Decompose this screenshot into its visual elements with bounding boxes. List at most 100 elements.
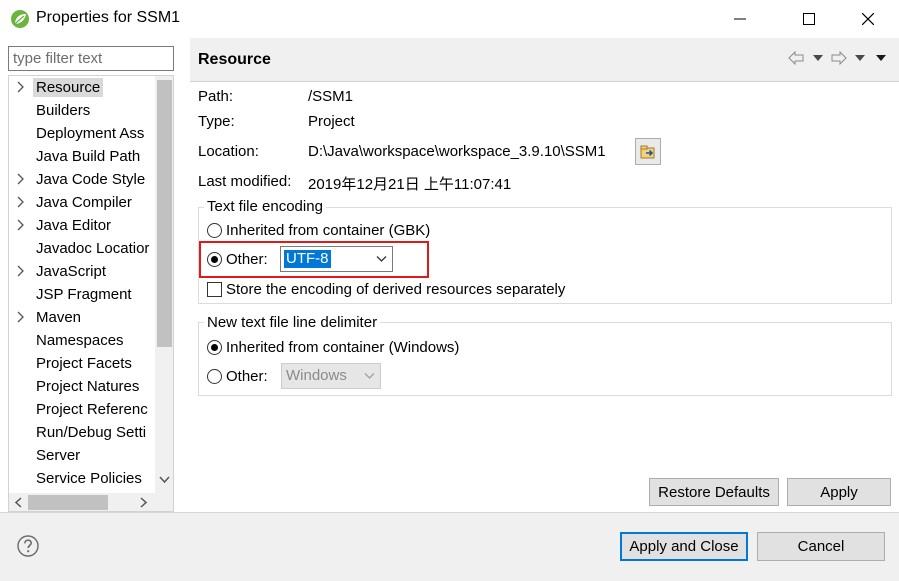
tree-item[interactable]: JavaScript	[9, 260, 155, 283]
tree-item-label: Java Compiler	[36, 194, 132, 211]
chevron-right-icon[interactable]	[15, 195, 27, 209]
tree-item-label: Namespaces	[36, 332, 124, 349]
title-bar: Properties for SSM1	[0, 0, 899, 38]
path-value: /SSM1	[308, 88, 354, 105]
tree-item[interactable]: Server	[9, 444, 155, 467]
delimiter-inherited-label: Inherited from container (Windows)	[226, 339, 460, 356]
line-delimiter-title: New text file line delimiter	[204, 314, 381, 331]
tree-item[interactable]: Java Compiler	[9, 191, 155, 214]
delimiter-select[interactable]: Windows	[281, 363, 381, 389]
location-value: D:\Java\workspace\workspace_3.9.10\SSM1	[308, 143, 606, 160]
tree-item-label: Deployment Ass	[36, 125, 145, 142]
maximize-icon	[803, 13, 815, 25]
cancel-button[interactable]: Cancel	[757, 532, 885, 561]
tree-item[interactable]: Service Policies	[9, 467, 155, 490]
tree-item[interactable]: Java Build Path	[9, 145, 155, 168]
scroll-thumb[interactable]	[28, 495, 108, 510]
forward-dropdown[interactable]	[855, 48, 865, 68]
tree-horizontal-scrollbar[interactable]	[9, 493, 155, 511]
encoding-inherited-radio[interactable]	[207, 223, 222, 238]
header-divider	[190, 81, 899, 82]
spring-leaf-icon	[11, 10, 29, 28]
chevron-right-icon[interactable]	[15, 80, 27, 94]
tree-item-label: Run/Debug Setti	[36, 424, 147, 441]
filter-input[interactable]	[8, 46, 174, 71]
last-modified-label: Last modified:	[198, 173, 292, 190]
tree-item-label: Project Facets	[36, 355, 132, 372]
tree-item[interactable]: Project Referenc	[9, 398, 155, 421]
chevron-right-icon[interactable]	[15, 172, 27, 186]
caret-down-icon	[855, 55, 865, 61]
tree-item-label: Maven	[36, 309, 82, 326]
forward-button[interactable]	[831, 48, 847, 68]
tree-item-label: Resource	[33, 78, 104, 97]
delimiter-select-value: Windows	[286, 367, 347, 384]
open-folder-icon	[640, 145, 655, 158]
help-icon[interactable]	[17, 535, 39, 557]
apply-and-close-button[interactable]: Apply and Close	[620, 532, 748, 561]
encoding-inherited-label: Inherited from container (GBK)	[226, 222, 431, 239]
tree-item-label: Java Build Path	[36, 148, 141, 165]
scroll-down-icon[interactable]	[158, 473, 171, 487]
tree-item[interactable]: Namespaces	[9, 329, 155, 352]
properties-page: Resource Path: /SSM1 Type: Project Locat…	[190, 38, 899, 512]
close-button[interactable]	[845, 0, 891, 38]
restore-defaults-button[interactable]: Restore Defaults	[649, 478, 779, 506]
tree-item[interactable]: Builders	[9, 99, 155, 122]
window-title: Properties for SSM1	[36, 9, 181, 26]
text-file-encoding-title: Text file encoding	[204, 198, 326, 215]
tree-item[interactable]: JSP Fragment	[9, 283, 155, 306]
minimize-button[interactable]	[717, 0, 763, 38]
tree-item[interactable]: Javadoc Locatior	[9, 237, 155, 260]
arrow-left-icon	[788, 51, 804, 65]
property-tree: Resource Builders Deployment Ass Java Build…	[8, 75, 174, 512]
path-label: Path:	[198, 88, 234, 105]
chevron-right-icon[interactable]	[15, 264, 27, 278]
tree-item[interactable]: Run/Debug Setti	[9, 421, 155, 444]
chevron-right-icon[interactable]	[15, 310, 27, 324]
tree-item[interactable]: Maven	[9, 306, 155, 329]
delimiter-other-radio[interactable]	[207, 369, 222, 384]
dialog-button-bar: Apply and Close Cancel	[0, 513, 899, 581]
delimiter-inherited-radio[interactable]	[207, 340, 222, 355]
chevron-right-icon[interactable]	[15, 218, 27, 232]
tree-item-label: Project Natures	[36, 378, 140, 395]
page-header: Resource	[190, 38, 899, 81]
tree-item-label: Project Referenc	[36, 401, 148, 418]
close-icon	[862, 13, 874, 25]
derived-encoding-checkbox[interactable]	[207, 282, 222, 297]
view-menu-button[interactable]	[876, 48, 886, 68]
tree-item[interactable]: Resource	[9, 76, 155, 99]
tree-item[interactable]: Project Facets	[9, 352, 155, 375]
scroll-left-icon[interactable]	[12, 496, 25, 509]
tree-item-label: JavaScript	[36, 263, 107, 280]
tree-item[interactable]: Java Code Style	[9, 168, 155, 191]
tree-item-label: JSP Fragment	[36, 286, 132, 303]
caret-down-icon	[813, 55, 823, 61]
back-button[interactable]	[788, 48, 804, 68]
tree-item[interactable]: Project Natures	[9, 375, 155, 398]
tree-item[interactable]: Java Editor	[9, 214, 155, 237]
back-dropdown[interactable]	[813, 48, 823, 68]
type-value: Project	[308, 113, 355, 130]
chevron-down-icon	[364, 373, 375, 379]
location-label: Location:	[198, 143, 259, 160]
derived-encoding-label: Store the encoding of derived resources …	[226, 281, 566, 298]
tree-vertical-scrollbar[interactable]	[155, 76, 173, 493]
show-in-explorer-button[interactable]	[635, 138, 661, 165]
minimize-icon	[734, 18, 746, 20]
arrow-right-icon	[831, 51, 847, 65]
scroll-right-icon[interactable]	[137, 496, 150, 509]
tree-item-label: Java Code Style	[36, 171, 146, 188]
maximize-button[interactable]	[786, 0, 832, 38]
tree-item-label: Server	[36, 447, 81, 464]
tree-item-label: Service Policies	[36, 470, 142, 487]
tree-item-label: Java Editor	[36, 217, 112, 234]
tree-item[interactable]: Deployment Ass	[9, 122, 155, 145]
last-modified-value: 2019年12月21日 上午11:07:41	[308, 176, 512, 193]
caret-down-icon	[876, 55, 886, 61]
apply-button[interactable]: Apply	[787, 478, 891, 506]
annotation-highlight	[199, 241, 429, 278]
type-label: Type:	[198, 113, 235, 130]
scroll-thumb[interactable]	[157, 80, 172, 347]
